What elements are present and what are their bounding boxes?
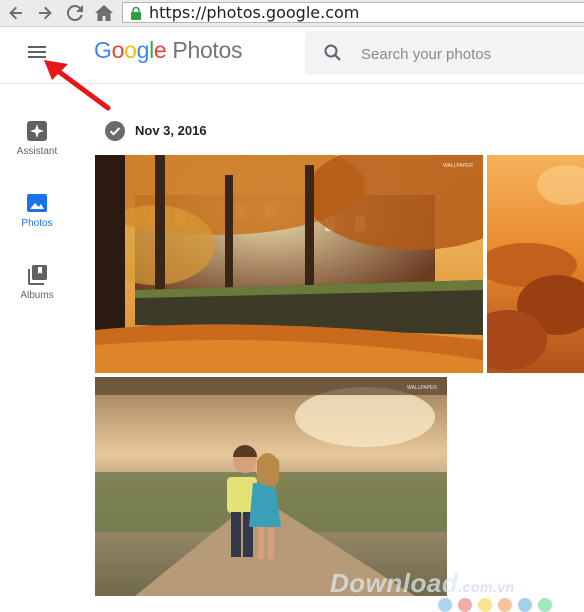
sidebar-item-label: Albums	[20, 290, 54, 301]
sidebar-item-albums[interactable]: Albums	[0, 264, 74, 324]
search-input[interactable]	[359, 41, 583, 67]
logo-photos-text: Photos	[172, 37, 243, 63]
browser-toolbar: https://photos.google.com	[0, 0, 584, 27]
logo-letter: e	[153, 37, 167, 63]
photo-thumbnail[interactable]: WALLPAPER	[95, 155, 483, 373]
watermark-dot	[538, 598, 552, 612]
photo-watermark: WALLPAPER	[442, 163, 473, 169]
watermark-dot	[478, 598, 492, 612]
red-arrow-annotation-icon	[44, 60, 111, 111]
photo-thumbnail[interactable]	[487, 155, 584, 373]
watermark-dot	[458, 598, 472, 612]
watermark-ext-text: .com.vn	[458, 579, 515, 595]
menu-bar-icon	[28, 46, 46, 48]
assistant-icon	[27, 121, 47, 141]
menu-bar-icon	[28, 51, 46, 53]
photo-icon	[27, 194, 47, 212]
download-watermark: Download.com.vn	[330, 568, 515, 599]
sidebar-item-label: Assistant	[16, 146, 58, 157]
sidebar-item-assistant[interactable]: Assistant	[0, 120, 74, 180]
search-icon[interactable]	[323, 43, 343, 63]
lock-icon	[131, 6, 141, 20]
watermark-dots	[438, 598, 552, 612]
albums-icon	[28, 265, 47, 285]
logo-letter: o	[124, 37, 137, 63]
watermark-dot	[498, 598, 512, 612]
reload-icon[interactable]	[65, 3, 85, 23]
date-heading: Nov 3, 2016	[135, 123, 207, 138]
sidebar-item-photos[interactable]: Photos	[0, 192, 74, 252]
back-arrow-icon[interactable]	[6, 3, 26, 23]
google-photos-logo[interactable]: Google Photos	[94, 37, 243, 64]
watermark-dot	[518, 598, 532, 612]
watermark-dot	[438, 598, 452, 612]
logo-letter: g	[136, 37, 150, 63]
search-box[interactable]	[305, 31, 584, 75]
photo-thumbnail[interactable]: WALLPAPER	[95, 377, 447, 596]
address-bar[interactable]: https://photos.google.com	[122, 2, 584, 23]
logo-letter: o	[111, 37, 125, 63]
watermark-main-text: Download	[330, 568, 459, 598]
photo-watermark: WALLPAPER	[406, 385, 437, 391]
home-icon[interactable]	[94, 3, 114, 23]
forward-arrow-icon[interactable]	[35, 3, 55, 23]
url-text: https://photos.google.com	[149, 3, 360, 22]
sidebar-item-label: Photos	[21, 218, 53, 229]
select-date-check-icon[interactable]	[105, 121, 125, 141]
